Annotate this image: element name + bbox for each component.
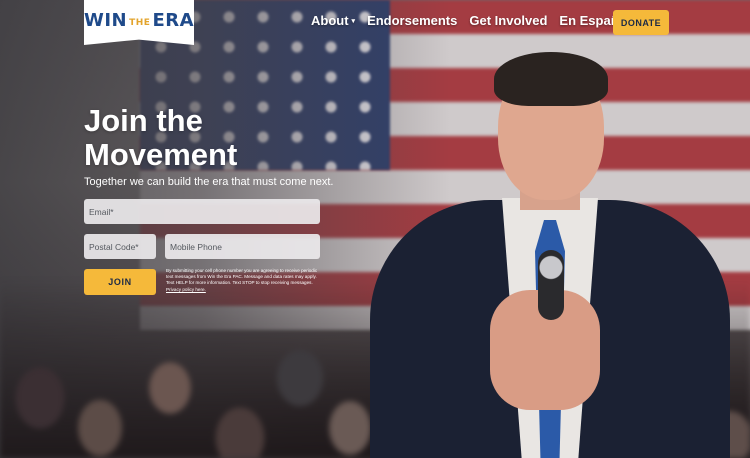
mobile-phone-placeholder: Mobile Phone [170, 241, 222, 252]
join-label: JOIN [108, 277, 132, 287]
site-logo[interactable]: WIN THE ERA [84, 0, 194, 45]
nav-get-involved[interactable]: Get Involved [469, 13, 547, 28]
mobile-phone-field[interactable]: Mobile Phone [165, 234, 320, 259]
nav-get-involved-label: Get Involved [469, 13, 548, 28]
logo-the: THE [129, 18, 151, 28]
speaker-hair [494, 52, 608, 106]
privacy-policy-link[interactable]: Privacy policy here. [166, 287, 206, 292]
nav-endorsements-label: Endorsements [367, 13, 458, 28]
nav-about-label: About [311, 13, 349, 28]
disclaimer-text: By submitting your cell phone number you… [166, 268, 318, 286]
logo-era: ERA [152, 10, 195, 31]
sms-disclaimer: By submitting your cell phone number you… [166, 268, 321, 293]
logo-text: WIN THE ERA [84, 10, 194, 31]
join-button[interactable]: JOIN [84, 269, 156, 295]
email-placeholder: Email* [89, 206, 114, 217]
donate-button[interactable]: DONATE [613, 10, 669, 35]
nav-about[interactable]: About ▾ [311, 13, 355, 28]
main-nav: About ▾ Endorsements Get Involved En Esp… [311, 13, 630, 28]
microphone [538, 250, 564, 320]
chevron-down-icon: ▾ [351, 17, 356, 25]
postal-code-placeholder: Postal Code* [89, 241, 139, 252]
hero-subtitle: Together we can build the era that must … [84, 176, 334, 188]
hero-background-photo [0, 0, 750, 458]
postal-code-field[interactable]: Postal Code* [84, 234, 156, 259]
logo-win: WIN [83, 10, 128, 31]
hero-title: Join the Movement [84, 103, 238, 172]
nav-endorsements[interactable]: Endorsements [367, 13, 457, 28]
email-field[interactable]: Email* [84, 199, 320, 224]
speaker-figure [360, 50, 740, 458]
donate-label: DONATE [620, 17, 662, 28]
